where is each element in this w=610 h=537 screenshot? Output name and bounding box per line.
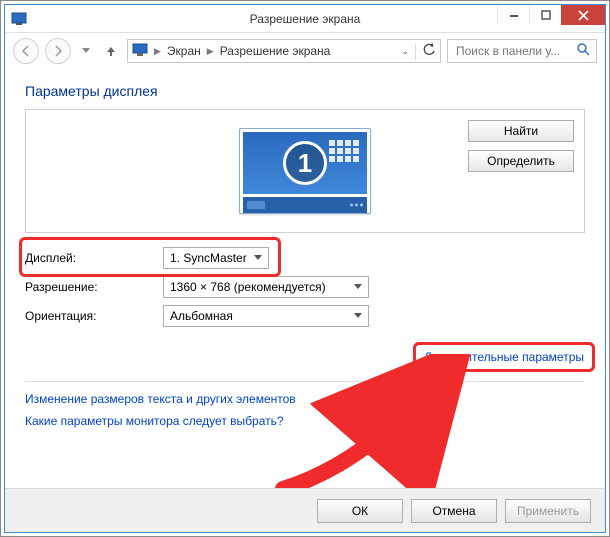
- apply-button[interactable]: Применить: [505, 499, 591, 523]
- window: Разрешение экрана: [4, 4, 606, 533]
- find-button[interactable]: Найти: [468, 120, 574, 142]
- navbar: ▶ Экран ▶ Разрешение экрана ⌄: [5, 33, 605, 69]
- advanced-settings-link[interactable]: Дополнительные параметры: [424, 350, 584, 364]
- display-number: 1: [283, 141, 327, 185]
- identify-button[interactable]: Определить: [468, 150, 574, 172]
- search-box[interactable]: [447, 39, 597, 63]
- titlebar: Разрешение экрана: [5, 5, 605, 33]
- orientation-row: Ориентация: Альбомная: [25, 305, 585, 327]
- resolution-select[interactable]: 1360 × 768 (рекомендуется): [163, 276, 369, 298]
- chevron-right-icon: ▶: [154, 46, 161, 57]
- divider: [25, 381, 585, 382]
- chevron-right-icon: ▶: [207, 46, 214, 57]
- display-row: Дисплей: 1. SyncMaster: [25, 247, 585, 269]
- display-label: Дисплей:: [25, 251, 163, 265]
- resolution-row: Разрешение: 1360 × 768 (рекомендуется): [25, 276, 585, 298]
- display-select[interactable]: 1. SyncMaster: [163, 247, 269, 269]
- recent-dropdown[interactable]: [77, 42, 95, 60]
- highlight-advanced: Дополнительные параметры: [413, 342, 595, 372]
- back-button[interactable]: [13, 38, 39, 64]
- orientation-select[interactable]: Альбомная: [163, 305, 369, 327]
- chevron-down-icon[interactable]: ⌄: [401, 46, 409, 57]
- display-thumbnail[interactable]: 1: [239, 128, 371, 214]
- footer: ОК Отмена Применить: [5, 488, 605, 532]
- address-bar[interactable]: ▶ Экран ▶ Разрешение экрана ⌄: [127, 39, 441, 63]
- breadcrumb-item[interactable]: Экран: [167, 44, 201, 58]
- minimize-button[interactable]: [497, 5, 529, 25]
- display-preview-box: 1 Найти Определить: [25, 109, 585, 233]
- forward-button[interactable]: [45, 38, 71, 64]
- maximize-button[interactable]: [529, 5, 561, 25]
- desktop-icons-icon: [329, 140, 359, 162]
- monitor-help-link[interactable]: Какие параметры монитора следует выбрать…: [25, 414, 284, 428]
- breadcrumb-item[interactable]: Разрешение экрана: [220, 44, 331, 58]
- resolution-label: Разрешение:: [25, 280, 163, 294]
- close-button[interactable]: [561, 5, 605, 25]
- up-button[interactable]: [101, 42, 121, 60]
- page-title: Параметры дисплея: [25, 83, 585, 99]
- content-area: Параметры дисплея 1: [5, 69, 605, 488]
- text-size-link[interactable]: Изменение размеров текста и других элеме…: [25, 392, 296, 406]
- app-icon: [11, 11, 27, 27]
- orientation-label: Ориентация:: [25, 309, 163, 323]
- ok-button[interactable]: ОК: [317, 499, 403, 523]
- refresh-icon[interactable]: [415, 43, 436, 60]
- search-icon[interactable]: [577, 43, 590, 59]
- search-input[interactable]: [454, 43, 571, 59]
- cancel-button[interactable]: Отмена: [411, 499, 497, 523]
- monitor-icon: [132, 43, 148, 60]
